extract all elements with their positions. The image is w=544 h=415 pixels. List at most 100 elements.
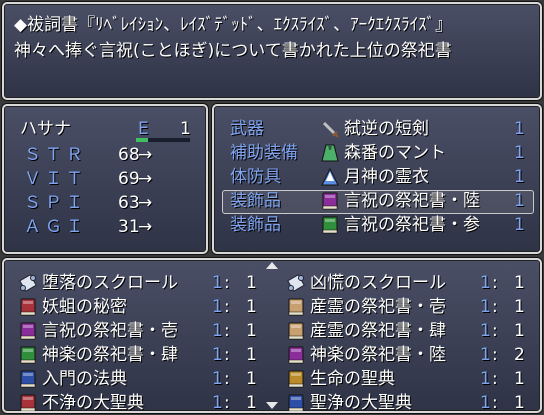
equip-item-name: 森番のマント <box>344 143 446 163</box>
inventory-list: 堕落のスクロール 1:1 凶慌のスクロール 1:1 妖蛆の秘密 1:1 産霊の祭祀書・壱 1:… <box>4 260 540 411</box>
inventory-item[interactable]: 堕落のスクロール 1:1 <box>16 271 272 295</box>
equip-slot-row[interactable]: 武器 弑逆の短剣 1 <box>222 117 534 141</box>
stat-label: ＳＴＲ <box>24 145 87 165</box>
stat-value: 68 <box>118 145 140 165</box>
inventory-count-equipped: 1 <box>480 369 491 389</box>
inventory-item-name: 言祝の祭祀書・壱 <box>42 321 178 341</box>
equip-slot-row[interactable]: 体防具 月神の霊衣 1 <box>222 165 534 189</box>
tan-book-icon <box>286 321 306 341</box>
stat-label: ＳＰＩ <box>24 193 87 213</box>
inventory-item-name: 聖浄の大聖典 <box>310 393 412 411</box>
inventory-count-equipped: 1 <box>480 321 491 341</box>
inventory-count-equipped: 1 <box>480 345 491 365</box>
stat-value: 69 <box>118 169 140 189</box>
equipment-window: 武器 弑逆の短剣 1 補助装備 森番のマント 1 体防具 月神の霊衣 1 装飾品 言祝の祭祀書・陸 1… <box>212 104 542 254</box>
equip-slot-label: 装飾品 <box>230 191 281 211</box>
inventory-item[interactable]: 神楽の祭祀書・肆 1:1 <box>16 343 272 367</box>
inventory-count-sep: : <box>224 369 230 389</box>
inventory-count-equipped: 1 <box>212 393 223 411</box>
dagger-icon <box>320 119 340 139</box>
equip-mark: E <box>138 119 149 139</box>
inventory-count-owned: 1 <box>246 297 257 317</box>
equip-item-name: 言祝の祭祀書・参 <box>344 215 480 235</box>
inventory-item[interactable]: 不浄の大聖典 1:1 <box>16 391 272 411</box>
inventory-item[interactable]: 産霊の祭祀書・肆 1:1 <box>284 319 540 343</box>
inventory-item[interactable]: 妖蛆の秘密 1:1 <box>16 295 272 319</box>
scroll-icon <box>286 273 306 293</box>
inventory-count-equipped: 1 <box>212 297 223 317</box>
inventory-count-sep: : <box>492 297 498 317</box>
equip-item-count: 1 <box>514 143 525 163</box>
help-window: ◆祓詞書『ﾘﾍﾞﾚｲｼｮﾝ、ﾚｲｽﾞﾃﾞｯﾄﾞ、ｴｸｽﾗｲｽﾞ、ｱｰｸｴｸｽﾗｲ… <box>2 2 542 100</box>
status-window: ハサナ E 1 ＳＴＲ 68 → ＶＩＴ 69 → ＳＰＩ 63 → ＡＧＩ 31 → <box>2 104 208 254</box>
inventory-count-sep: : <box>492 273 498 293</box>
equip-slot-row[interactable]: 装飾品 言祝の祭祀書・陸 1 <box>222 189 534 213</box>
inventory-item-name: 産霊の祭祀書・肆 <box>310 321 446 341</box>
inventory-count-owned: 1 <box>514 297 525 317</box>
inventory-count-owned: 1 <box>514 369 525 389</box>
red-book-icon <box>18 297 38 317</box>
inventory-count-sep: : <box>224 393 230 411</box>
inventory-count-owned: 1 <box>246 369 257 389</box>
stat-value: 31 <box>118 217 140 237</box>
purple-book-icon <box>286 345 306 365</box>
tan-book-icon <box>286 297 306 317</box>
inventory-count-owned: 1 <box>246 393 257 411</box>
inventory-item[interactable]: 言祝の祭祀書・壱 1:1 <box>16 319 272 343</box>
inventory-count-sep: : <box>492 345 498 365</box>
equip-count: 1 <box>180 119 191 139</box>
actor-name: ハサナ <box>20 119 71 139</box>
inventory-count-owned: 1 <box>514 273 525 293</box>
blue-book-icon <box>286 393 306 411</box>
inventory-count-sep: : <box>224 345 230 365</box>
equip-item-name: 弑逆の短剣 <box>344 119 429 139</box>
equip-slot-row[interactable]: 装飾品 言祝の祭祀書・参 1 <box>222 213 534 237</box>
equip-item-name: 月神の霊衣 <box>344 167 429 187</box>
inventory-item-name: 堕落のスクロール <box>42 273 178 293</box>
cloak-icon <box>320 143 340 163</box>
inventory-item[interactable]: 凶慌のスクロール 1:1 <box>284 271 540 295</box>
inventory-count-sep: : <box>492 369 498 389</box>
inventory-count-sep: : <box>224 273 230 293</box>
inventory-item[interactable]: 神楽の祭祀書・陸 1:2 <box>284 343 540 367</box>
inventory-count-sep: : <box>224 297 230 317</box>
inventory-item[interactable]: 聖浄の大聖典 1:1 <box>284 391 540 411</box>
inventory-item-name: 妖蛆の秘密 <box>42 297 127 317</box>
inventory-item-name: 不浄の大聖典 <box>42 393 144 411</box>
hp-gauge-fill <box>136 138 148 142</box>
equip-item-count: 1 <box>514 215 525 235</box>
inventory-count-equipped: 1 <box>212 273 223 293</box>
equip-slot-label: 装飾品 <box>230 215 281 235</box>
inventory-count-sep: : <box>492 321 498 341</box>
inventory-count-owned: 1 <box>514 321 525 341</box>
inventory-item-name: 入門の法典 <box>42 369 127 389</box>
equip-slot-row[interactable]: 補助装備 森番のマント 1 <box>222 141 534 165</box>
inventory-item-name: 生命の聖典 <box>310 369 395 389</box>
red-book-icon <box>18 393 38 411</box>
inventory-count-owned: 2 <box>514 345 525 365</box>
purple-book-icon <box>320 191 340 211</box>
purple-book-icon <box>18 321 38 341</box>
green-book-icon <box>320 215 340 235</box>
inventory-count-equipped: 1 <box>212 321 223 341</box>
inventory-count-sep: : <box>492 393 498 411</box>
inventory-item-name: 凶慌のスクロール <box>310 273 446 293</box>
inventory-count-owned: 1 <box>246 321 257 341</box>
inventory-count-sep: : <box>224 321 230 341</box>
equip-item-count: 1 <box>514 167 525 187</box>
stat-label: ＡＧＩ <box>24 217 87 237</box>
stat-arrow: → <box>138 193 153 213</box>
inventory-count-owned: 1 <box>246 345 257 365</box>
stat-arrow: → <box>138 169 153 189</box>
inventory-item-name: 神楽の祭祀書・肆 <box>42 345 178 365</box>
help-line-2: 神々へ捧ぐ言祝(ことほぎ)について書かれた上位の祭祀書 <box>14 41 452 61</box>
equip-item-count: 1 <box>514 191 525 211</box>
inventory-count-equipped: 1 <box>212 369 223 389</box>
stat-label: ＶＩＴ <box>24 169 87 189</box>
inventory-item[interactable]: 生命の聖典 1:1 <box>284 367 540 391</box>
green-book-icon <box>18 345 38 365</box>
inventory-item[interactable]: 産霊の祭祀書・壱 1:1 <box>284 295 540 319</box>
scroll-icon <box>18 273 38 293</box>
equip-item-name: 言祝の祭祀書・陸 <box>344 191 480 211</box>
inventory-item[interactable]: 入門の法典 1:1 <box>16 367 272 391</box>
